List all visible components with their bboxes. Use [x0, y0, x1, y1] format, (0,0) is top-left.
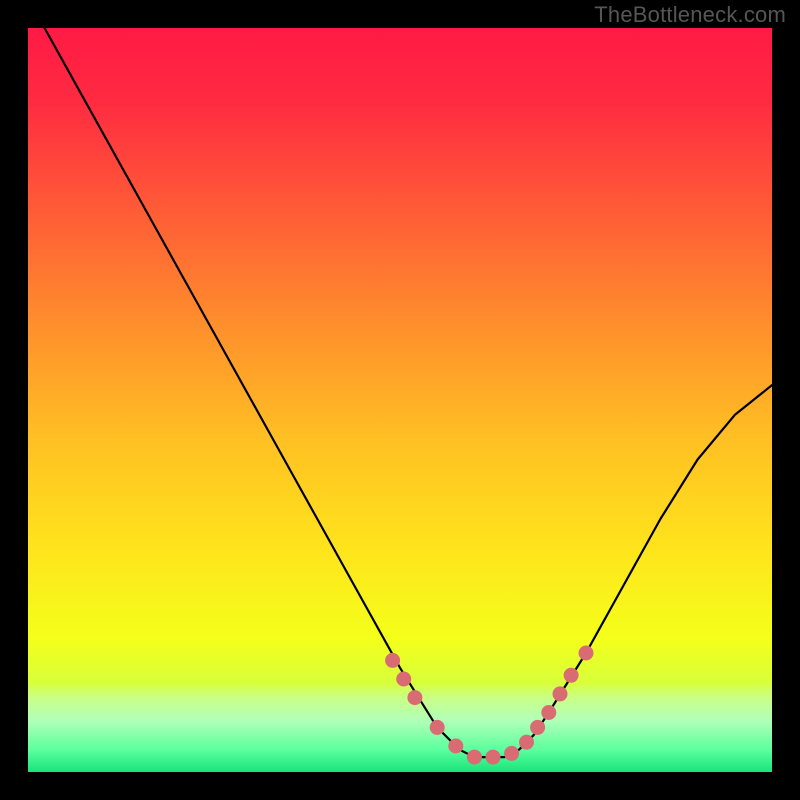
watermark-label: TheBottleneck.com: [594, 2, 786, 28]
marker-dot: [504, 746, 519, 761]
marker-dot: [553, 686, 568, 701]
marker-dot: [579, 646, 594, 661]
chart-frame: TheBottleneck.com: [0, 0, 800, 800]
marker-dot: [385, 653, 400, 668]
marker-dot: [430, 720, 445, 735]
marker-dot: [396, 672, 411, 687]
marker-dot: [486, 750, 501, 765]
marker-dot: [448, 739, 463, 754]
marker-dot: [407, 690, 422, 705]
marker-dot: [541, 705, 556, 720]
marker-dot: [467, 750, 482, 765]
marker-dot: [530, 720, 545, 735]
marker-dot: [519, 735, 534, 750]
bottleneck-chart: [28, 28, 772, 772]
marker-dot: [564, 668, 579, 683]
